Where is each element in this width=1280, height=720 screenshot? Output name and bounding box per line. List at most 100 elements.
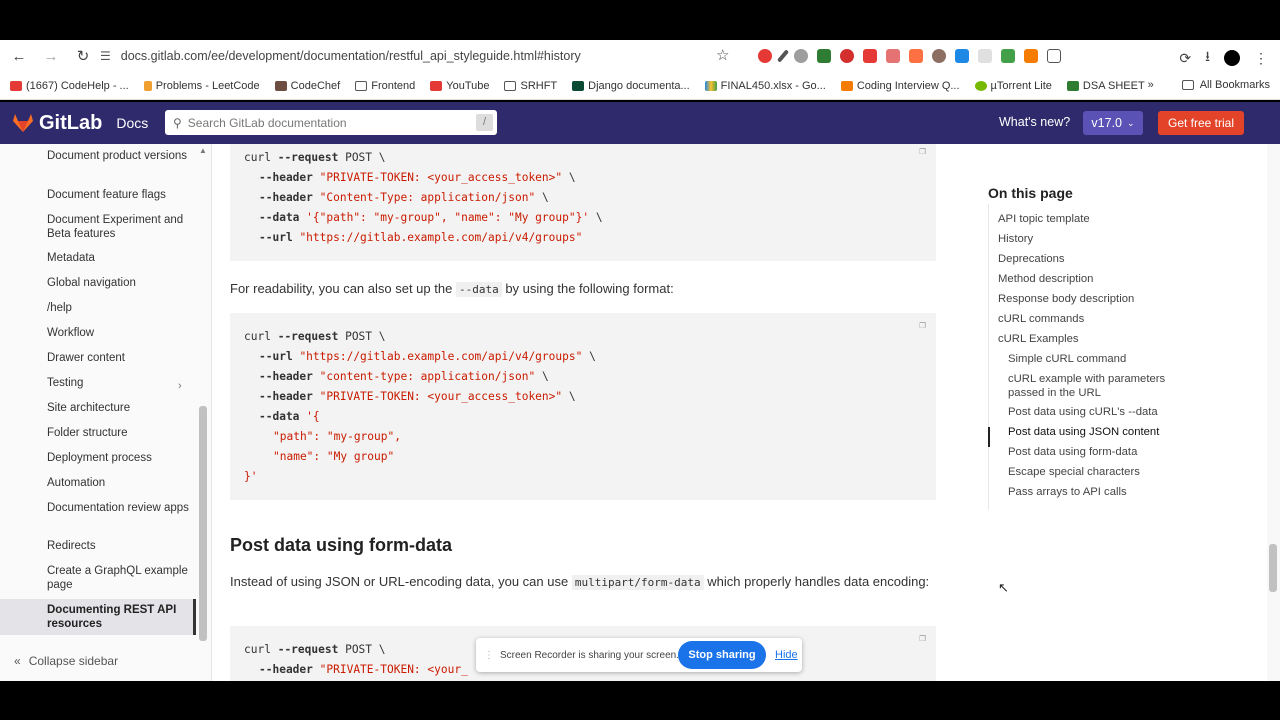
toc-item[interactable]: cURL commands — [998, 313, 1188, 327]
toc-active-indicator — [988, 427, 990, 447]
sidebar-item-drawer-content[interactable]: Drawer content — [47, 352, 192, 366]
toc-item[interactable]: Simple cURL command — [1008, 353, 1198, 367]
sidebar-item-folder-structure[interactable]: Folder structure — [47, 427, 192, 441]
extension-icon[interactable] — [863, 49, 877, 63]
whats-new-link[interactable]: What's new? — [999, 115, 1070, 129]
bookmark-srhft[interactable]: SRHFT — [504, 80, 557, 92]
sidebar-item-deployment-process[interactable]: Deployment process — [47, 452, 192, 466]
docs-link[interactable]: Docs — [116, 115, 148, 131]
search-input[interactable]: ⚲ Search GitLab documentation / — [165, 110, 497, 135]
extension-icon[interactable] — [978, 49, 992, 63]
history-icon[interactable]: ⟳ — [1179, 50, 1191, 67]
extension-icon[interactable] — [758, 49, 772, 63]
extension-icon[interactable] — [955, 49, 969, 63]
code-block: ❐ curl --request POST \ --url "https://g… — [230, 313, 936, 500]
toc-item[interactable]: API topic template — [998, 213, 1188, 227]
toc-item[interactable]: cURL example with parameters passed in t… — [1008, 373, 1198, 400]
page-scrollbar-track[interactable] — [1267, 144, 1280, 681]
scroll-up-icon[interactable]: ▲ — [199, 146, 207, 155]
toc-item[interactable]: Post data using cURL's --data — [1008, 406, 1198, 420]
page-scrollbar-thumb[interactable] — [1269, 544, 1277, 592]
copy-icon[interactable]: ❐ — [919, 631, 926, 644]
toc-item-active[interactable]: Post data using JSON content — [1008, 426, 1198, 440]
sidebar-item-graphql-example[interactable]: Create a GraphQL example page — [47, 565, 192, 592]
django-icon — [572, 80, 585, 91]
address-bar[interactable]: ☰ docs.gitlab.com/ee/development/documen… — [100, 44, 740, 68]
chevron-right-icon[interactable]: › — [178, 380, 182, 392]
gitlab-logo[interactable]: GitLab — [12, 112, 102, 135]
bookmark-coding-interview[interactable]: Coding Interview Q... — [840, 80, 960, 92]
more-bookmarks-icon[interactable]: » — [1148, 79, 1154, 91]
toc-item[interactable]: Pass arrays to API calls — [1008, 486, 1198, 500]
version-dropdown[interactable]: v17.0 ⌄ — [1083, 111, 1143, 135]
copy-icon[interactable]: ❐ — [919, 144, 926, 157]
sidebar-item-feature-flags[interactable]: Document feature flags — [47, 189, 192, 203]
sidebar-item-redirects[interactable]: Redirects — [47, 540, 192, 554]
drive-icon — [704, 80, 717, 91]
stop-sharing-button[interactable]: Stop sharing — [678, 641, 766, 669]
collapse-sidebar-button[interactable]: « Collapse sidebar — [14, 654, 118, 668]
bookmark-codechef[interactable]: CodeChef — [274, 80, 340, 92]
extension-icon[interactable] — [932, 49, 946, 63]
main-content: ❐ curl --request POST \ --header "PRIVAT… — [212, 144, 972, 681]
toc-item[interactable]: Escape special characters — [1008, 466, 1198, 480]
bookmark-frontend[interactable]: Frontend — [355, 80, 415, 92]
extension-icon[interactable] — [794, 49, 808, 63]
menu-icon[interactable]: ⋮ — [1254, 50, 1268, 67]
bookmarks-bar: (1667) CodeHelp - ... Problems - LeetCod… — [0, 72, 1280, 100]
extension-icon[interactable] — [776, 49, 790, 63]
sidebar-item-experiment-beta[interactable]: Document Experiment and Beta features — [47, 214, 192, 241]
extension-icon[interactable] — [817, 49, 831, 63]
all-bookmarks[interactable]: All Bookmarks — [1200, 79, 1270, 91]
sidebar-item-global-navigation[interactable]: Global navigation — [47, 277, 192, 291]
hide-link[interactable]: Hide — [775, 649, 798, 661]
sheets-icon — [1066, 80, 1079, 91]
site-info-icon[interactable]: ☰ — [100, 49, 111, 63]
free-trial-button[interactable]: Get free trial — [1158, 111, 1244, 135]
toc-item[interactable]: Post data using form-data — [1008, 446, 1198, 460]
bookmark-star-icon[interactable]: ☆ — [716, 46, 729, 64]
sidebar-item-review-apps[interactable]: Documentation review apps — [47, 502, 192, 516]
search-icon: ⚲ — [173, 115, 182, 130]
site-icon — [840, 80, 853, 91]
extension-icon[interactable] — [1024, 49, 1038, 63]
copy-icon[interactable]: ❐ — [919, 318, 926, 331]
sidebar-item-testing[interactable]: Testing — [47, 377, 192, 391]
sidebar-item-metadata[interactable]: Metadata — [47, 252, 192, 266]
back-icon[interactable]: ← — [6, 43, 32, 69]
bookmark-final450[interactable]: FINAL450.xlsx - Go... — [704, 80, 826, 92]
toc-item[interactable]: Deprecations — [998, 253, 1188, 267]
extension-icon[interactable] — [909, 49, 923, 63]
extension-icon[interactable] — [840, 49, 854, 63]
toc-title: On this page — [988, 185, 1073, 201]
sidebar-item-automation[interactable]: Automation — [47, 477, 192, 491]
screen-recorder-bar: ⋮ Screen Recorder is sharing your screen… — [476, 638, 802, 672]
toc-item[interactable]: Method description — [998, 273, 1188, 287]
toc-item[interactable]: Response body description — [998, 293, 1188, 307]
paragraph: Instead of using JSON or URL-encoding da… — [230, 574, 930, 590]
bookmark-utorrent[interactable]: µTorrent Lite — [974, 80, 1052, 92]
drag-handle-icon[interactable]: ⋮ — [484, 650, 494, 661]
bookmark-django[interactable]: Django documenta... — [572, 80, 690, 92]
mouse-cursor-icon: ↖ — [998, 580, 1009, 595]
sidebar-item-product-versions[interactable]: Document product versions — [47, 150, 192, 164]
sidebar-item-workflow[interactable]: Workflow — [47, 327, 192, 341]
puzzle-icon[interactable] — [1047, 49, 1061, 63]
bookmark-leetcode[interactable]: Problems - LeetCode — [143, 80, 260, 92]
reload-icon[interactable]: ↻ — [70, 43, 96, 69]
sidebar-item-help[interactable]: /help — [47, 302, 192, 316]
toc-item[interactable]: History — [998, 233, 1188, 247]
sidebar-scrollbar[interactable] — [199, 406, 207, 641]
bookmark-codehelp[interactable]: (1667) CodeHelp - ... — [10, 80, 129, 92]
toc-item[interactable]: cURL Examples — [998, 333, 1188, 347]
bookmark-youtube[interactable]: YouTube — [430, 80, 489, 92]
code-block: ❐ curl --request POST \ --header "PRIVAT… — [230, 144, 936, 261]
sidebar-item-site-architecture[interactable]: Site architecture — [47, 402, 192, 416]
sidebar-item-rest-api-resources[interactable]: Documenting REST API resources — [47, 604, 192, 631]
profile-avatar[interactable] — [1224, 50, 1240, 66]
download-icon[interactable]: ⭳ — [1205, 46, 1210, 70]
extension-icon[interactable] — [886, 49, 900, 63]
forward-icon[interactable]: → — [38, 43, 64, 69]
bookmark-dsa-sheet[interactable]: DSA SHEET — [1066, 80, 1145, 92]
extension-icon[interactable] — [1001, 49, 1015, 63]
